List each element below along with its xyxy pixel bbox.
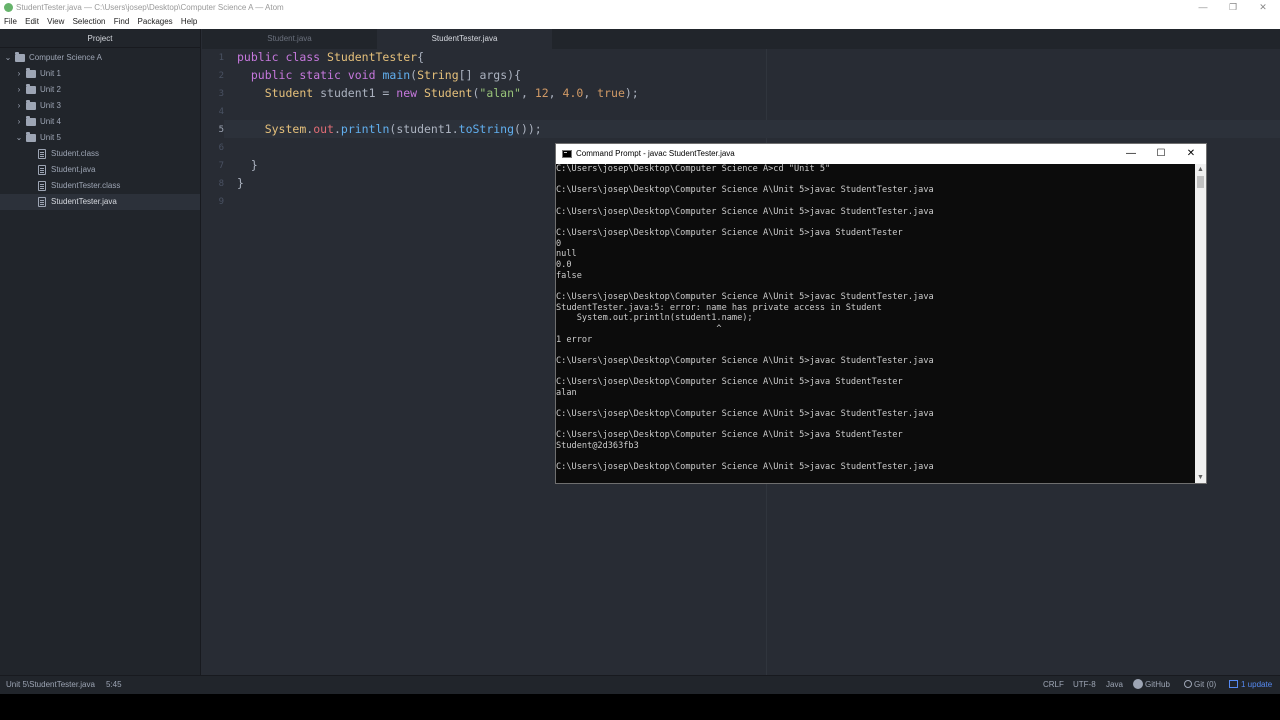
tree-root-label: Computer Science A bbox=[29, 53, 102, 62]
file-icon bbox=[38, 197, 46, 207]
update-icon bbox=[1229, 680, 1238, 688]
tab-studenttester-java[interactable]: StudentTester.java bbox=[377, 29, 552, 49]
tree-folder-unit-2[interactable]: › Unit 2 bbox=[0, 82, 200, 98]
menu-file[interactable]: File bbox=[0, 15, 17, 29]
menu-view[interactable]: View bbox=[43, 15, 64, 29]
git-branch-icon bbox=[1184, 680, 1192, 688]
file-icon bbox=[38, 165, 46, 175]
scroll-down-arrow-icon[interactable]: ▼ bbox=[1195, 472, 1206, 483]
cmd-scrollbar[interactable]: ▲ ▼ bbox=[1195, 164, 1206, 483]
command-prompt-window[interactable]: Command Prompt - javac StudentTester.jav… bbox=[555, 143, 1207, 484]
menu-packages[interactable]: Packages bbox=[134, 15, 173, 29]
tree-item-label: Student.class bbox=[51, 149, 100, 158]
tree-view: Project ⌄ Computer Science A › Unit 1 › … bbox=[0, 29, 201, 675]
chevron-right-icon: › bbox=[17, 69, 21, 78]
cmd-title: Command Prompt - javac StudentTester.jav… bbox=[576, 149, 735, 158]
chevron-right-icon: › bbox=[17, 101, 21, 110]
cmd-maximize-button[interactable]: ☐ bbox=[1146, 144, 1176, 164]
line-number: 9 bbox=[218, 197, 224, 207]
tree-item-label: Unit 1 bbox=[40, 69, 61, 78]
tree-view-header[interactable]: Project bbox=[0, 29, 200, 48]
folder-icon bbox=[26, 68, 36, 78]
tree-folder-unit-4[interactable]: › Unit 4 bbox=[0, 114, 200, 130]
bottom-strip bbox=[0, 694, 1280, 720]
code-line: } bbox=[237, 176, 244, 190]
code-line: public static void main(String[] args){ bbox=[250, 68, 521, 82]
tree-folder-unit-3[interactable]: › Unit 3 bbox=[0, 98, 200, 114]
scroll-up-arrow-icon[interactable]: ▲ bbox=[1195, 164, 1206, 175]
menu-help[interactable]: Help bbox=[177, 15, 197, 29]
chevron-right-icon: › bbox=[17, 117, 21, 126]
status-cursor-position[interactable]: 5:45 bbox=[106, 676, 122, 694]
tree-item-label: Unit 2 bbox=[40, 85, 61, 94]
window-title: StudentTester.java — C:\Users\josep\Desk… bbox=[16, 3, 284, 12]
folder-icon bbox=[26, 132, 36, 142]
status-grammar[interactable]: Java bbox=[1106, 676, 1123, 694]
status-bar: Unit 5\StudentTester.java 5:45 CRLF UTF-… bbox=[0, 675, 1280, 694]
tree-item-label: StudentTester.class bbox=[51, 181, 121, 190]
line-number: 6 bbox=[218, 143, 224, 153]
tree-file-studenttester-java[interactable]: StudentTester.java bbox=[0, 194, 200, 210]
cmd-output[interactable]: C:\Users\josep\Desktop\Computer Science … bbox=[556, 164, 1194, 483]
tree-file-student-java[interactable]: Student.java bbox=[0, 162, 200, 178]
minimize-button[interactable]: — bbox=[1188, 0, 1218, 15]
cmd-icon bbox=[562, 150, 572, 158]
status-github[interactable]: GitHub bbox=[1133, 676, 1170, 694]
github-icon bbox=[1133, 679, 1143, 689]
code-line: System.out.println(student1.toString()); bbox=[264, 122, 542, 136]
tree-root-folder[interactable]: ⌄ Computer Science A bbox=[0, 50, 200, 66]
tree-file-studenttester-class[interactable]: StudentTester.class bbox=[0, 178, 200, 194]
menu-bar: File Edit View Selection Find Packages H… bbox=[0, 15, 1280, 29]
folder-icon bbox=[15, 52, 25, 62]
line-number: 8 bbox=[218, 179, 224, 189]
cmd-title-bar[interactable]: Command Prompt - javac StudentTester.jav… bbox=[556, 144, 1206, 164]
line-number: 3 bbox=[218, 89, 224, 99]
folder-icon bbox=[26, 100, 36, 110]
menu-edit[interactable]: Edit bbox=[21, 15, 39, 29]
tree-item-label: Unit 3 bbox=[40, 101, 61, 110]
line-number: 7 bbox=[218, 161, 224, 171]
tree-folder-unit-1[interactable]: › Unit 1 bbox=[0, 66, 200, 82]
status-update-label: 1 update bbox=[1241, 680, 1273, 689]
status-github-label: GitHub bbox=[1145, 680, 1170, 689]
chevron-down-icon: ⌄ bbox=[15, 133, 23, 142]
file-icon bbox=[38, 149, 46, 159]
line-number: 5 bbox=[218, 125, 224, 135]
code-line: public class StudentTester{ bbox=[237, 50, 424, 64]
code-line: Student student1 = new Student("alan", 1… bbox=[264, 86, 639, 100]
chevron-right-icon: › bbox=[17, 85, 21, 94]
maximize-button[interactable]: ❐ bbox=[1218, 0, 1248, 15]
line-number: 4 bbox=[218, 107, 224, 117]
folder-icon bbox=[26, 116, 36, 126]
status-file-path[interactable]: Unit 5\StudentTester.java bbox=[6, 676, 95, 694]
chevron-down-icon: ⌄ bbox=[4, 53, 12, 62]
cmd-close-button[interactable]: ✕ bbox=[1176, 144, 1206, 164]
menu-selection[interactable]: Selection bbox=[69, 15, 106, 29]
status-encoding[interactable]: UTF-8 bbox=[1073, 676, 1096, 694]
tree-folder-unit-5[interactable]: ⌄ Unit 5 bbox=[0, 130, 200, 146]
tab-student-java[interactable]: Student.java bbox=[202, 29, 377, 49]
close-button[interactable]: ✕ bbox=[1248, 0, 1278, 15]
status-update[interactable]: 1 update bbox=[1229, 676, 1272, 694]
scroll-thumb[interactable] bbox=[1197, 176, 1204, 188]
status-git[interactable]: Git (0) bbox=[1184, 676, 1216, 694]
atom-logo-icon bbox=[4, 3, 13, 12]
line-number: 1 bbox=[218, 53, 224, 63]
code-line: } bbox=[237, 158, 258, 172]
status-git-label: Git (0) bbox=[1194, 680, 1217, 689]
menu-find[interactable]: Find bbox=[110, 15, 130, 29]
tab-bar: Student.java StudentTester.java bbox=[202, 29, 1280, 49]
tree-item-label: StudentTester.java bbox=[51, 197, 117, 206]
status-line-ending[interactable]: CRLF bbox=[1043, 676, 1064, 694]
tree-file-student-class[interactable]: Student.class bbox=[0, 146, 200, 162]
tree-item-label: Unit 4 bbox=[40, 117, 61, 126]
tree-item-label: Unit 5 bbox=[40, 133, 61, 142]
folder-icon bbox=[26, 84, 36, 94]
tree-item-label: Student.java bbox=[51, 165, 96, 174]
title-bar: StudentTester.java — C:\Users\josep\Desk… bbox=[0, 0, 1280, 15]
line-number: 2 bbox=[218, 71, 224, 81]
cmd-minimize-button[interactable]: — bbox=[1116, 144, 1146, 164]
file-icon bbox=[38, 181, 46, 191]
